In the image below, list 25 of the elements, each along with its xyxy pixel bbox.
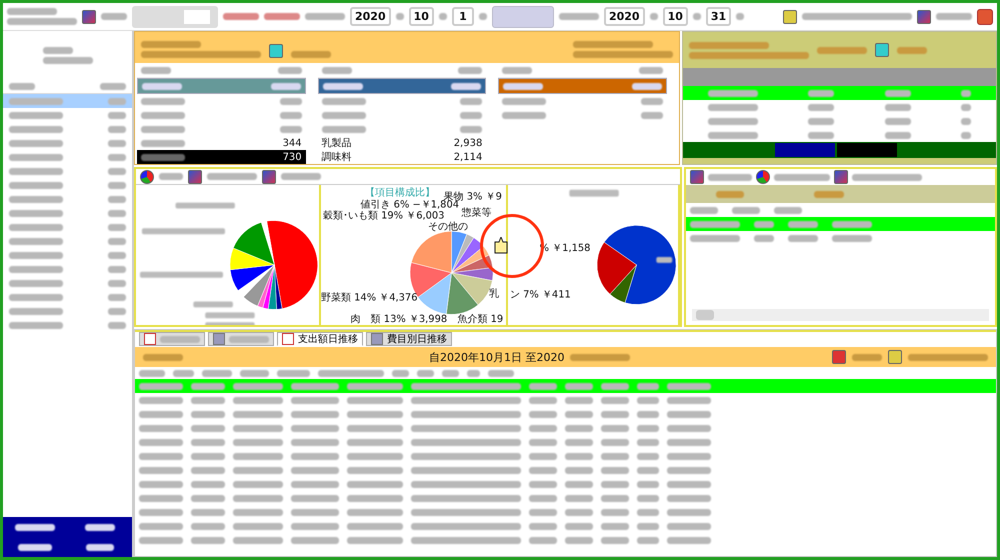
slice-label: 惣菜等 (461, 207, 492, 218)
slice-label: 肉 類 13% ￥3,998 (350, 314, 448, 325)
total-row: 730 (137, 150, 306, 164)
slice-label: ン 7% ￥411 (510, 290, 571, 301)
tab[interactable]: 支出額日推移 (277, 332, 363, 346)
year-field[interactable]: 2020 (350, 7, 391, 26)
chart-title: 【項目構成比】 (365, 188, 436, 199)
amount: 344 (282, 138, 302, 148)
category-name: 乳製品 (322, 136, 352, 150)
slice-label: 値引き 6% −￥1,804 (360, 200, 459, 211)
slice-label: 野菜類 14% ￥4,376 (320, 292, 418, 304)
slice-label: 穀類･いも類 19% ￥6,003 (322, 210, 444, 222)
amount: 2,114 (454, 152, 482, 162)
slice-label: 魚介類 19 (457, 314, 504, 325)
period-title: 自2020年10月1日 至2020 (429, 350, 564, 364)
year-field[interactable]: 2020 (604, 7, 645, 26)
amount: 2,938 (454, 138, 482, 148)
tab[interactable]: 費目別日推移 (366, 332, 452, 346)
slice-label: その他の (428, 221, 468, 232)
day-field[interactable]: 31 (706, 7, 732, 26)
category-name: 調味料 (322, 150, 352, 164)
month-field[interactable]: 10 (408, 7, 434, 26)
month-field[interactable]: 10 (662, 7, 688, 26)
slice-label: 乳 (489, 288, 500, 300)
day-field[interactable]: 1 (452, 7, 474, 26)
